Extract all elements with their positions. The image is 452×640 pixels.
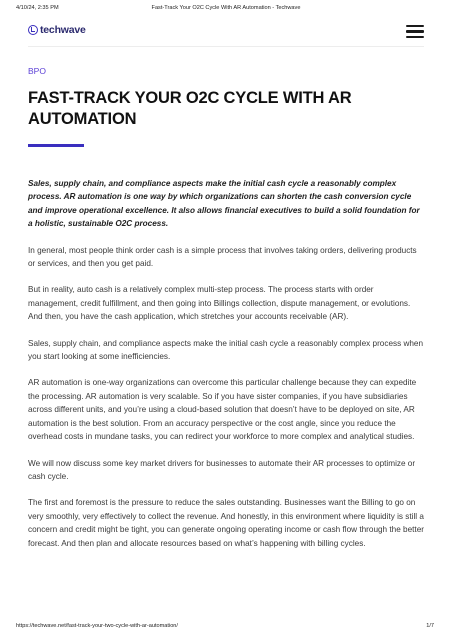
site-header: techwave — [0, 20, 452, 46]
article-paragraph: Sales, supply chain, and compliance aspe… — [28, 338, 424, 362]
article-title: FAST-TRACK YOUR O2C CYCLE WITH AR AUTOMA… — [28, 89, 352, 128]
techwave-logo[interactable]: techwave — [28, 24, 86, 36]
category-link[interactable]: BPO — [28, 66, 46, 76]
article-paragraph: AR automation is one-way organizations c… — [28, 378, 417, 442]
menu-bar-middle — [406, 30, 424, 33]
logo-text: techwave — [40, 24, 86, 36]
article-paragraph: But in reality, auto cash is a relativel… — [28, 285, 411, 322]
article-intro: Sales, supply chain, and compliance aspe… — [28, 179, 420, 229]
header-divider — [28, 46, 424, 47]
article-paragraph: We will now discuss some key market driv… — [28, 458, 416, 481]
title-underline — [28, 144, 84, 147]
print-header: 4/10/24, 2:35 PM Fast-Track Your O2C Cyc… — [0, 0, 452, 14]
print-page-number: 1/7 — [426, 623, 434, 629]
hamburger-menu-icon[interactable] — [406, 25, 424, 39]
print-url: https://techwave.net/fast-track-your-two… — [16, 623, 178, 629]
print-footer: https://techwave.net/fast-track-your-two… — [0, 618, 452, 632]
techwave-logo-icon — [28, 25, 38, 35]
article-paragraph: The first and foremost is the pressure t… — [28, 498, 424, 548]
article-paragraph: In general, most people think order cash… — [28, 245, 417, 269]
article-body: Sales, supply chain, and compliance aspe… — [28, 177, 424, 563]
menu-bar-top — [406, 25, 424, 28]
print-doc-title: Fast-Track Your O2C Cycle With AR Automa… — [151, 5, 301, 11]
menu-bar-bottom — [406, 35, 424, 39]
